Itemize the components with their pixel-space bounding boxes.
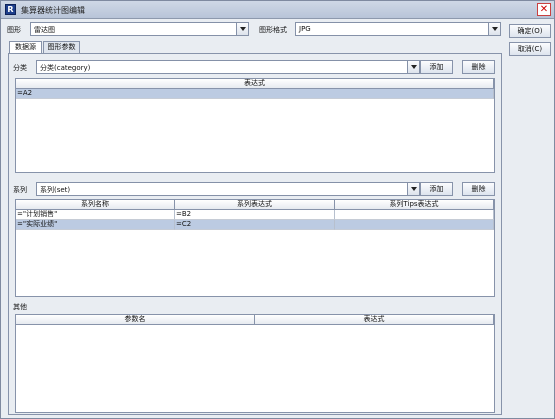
chart-type-select[interactable]: 雷达图 bbox=[30, 22, 249, 36]
category-label: 分类 bbox=[13, 64, 27, 72]
window-title: 集算器统计图编辑 bbox=[21, 6, 85, 15]
chart-type-value: 雷达图 bbox=[34, 26, 55, 34]
series-label: 系列 bbox=[13, 186, 27, 194]
category-value: 分类(category) bbox=[40, 64, 91, 72]
title-bar[interactable]: R 集算器统计图编辑 ✕ bbox=[1, 1, 554, 19]
close-icon[interactable]: ✕ bbox=[537, 3, 551, 16]
chevron-down-icon[interactable] bbox=[236, 23, 248, 35]
series-table[interactable]: 系列名称 系列表达式 系列Tips表达式 ="计划销售" =B2 ="实际业绩"… bbox=[15, 199, 495, 297]
other-params-table[interactable]: 参数名 表达式 bbox=[15, 314, 495, 413]
chart-format-value: JPG bbox=[299, 25, 311, 33]
series-add-button[interactable]: 添加 bbox=[420, 182, 453, 196]
series-expression-cell[interactable]: =B2 bbox=[175, 210, 335, 220]
chart-type-label: 图形 bbox=[7, 26, 21, 34]
series-select[interactable]: 系列(set) bbox=[36, 182, 420, 196]
chart-format-label: 图形格式 bbox=[259, 26, 287, 34]
series-tips-cell[interactable] bbox=[335, 210, 494, 220]
data-source-panel: 分类 分类(category) 添加 删除 表达式 =A2 系列 系列(set)… bbox=[8, 53, 502, 415]
chevron-down-icon[interactable] bbox=[407, 61, 419, 73]
chart-format-select[interactable]: JPG bbox=[295, 22, 501, 36]
dialog-window: R 集算器统计图编辑 ✕ 图形 雷达图 图形格式 JPG 确定(O) 取消(C)… bbox=[0, 0, 555, 419]
category-expression-cell[interactable]: =A2 bbox=[16, 89, 494, 99]
param-expression-header: 表达式 bbox=[255, 315, 494, 325]
chevron-down-icon[interactable] bbox=[488, 23, 500, 35]
cancel-button[interactable]: 取消(C) bbox=[509, 42, 551, 56]
category-add-button[interactable]: 添加 bbox=[420, 60, 453, 74]
series-value: 系列(set) bbox=[40, 186, 71, 194]
series-delete-button[interactable]: 删除 bbox=[462, 182, 495, 196]
category-select[interactable]: 分类(category) bbox=[36, 60, 420, 74]
table-row[interactable]: ="计划销售" =B2 bbox=[16, 210, 494, 220]
series-name-header: 系列名称 bbox=[16, 200, 175, 210]
series-name-cell[interactable]: ="计划销售" bbox=[16, 210, 175, 220]
series-tips-header: 系列Tips表达式 bbox=[335, 200, 494, 210]
table-row[interactable]: =A2 bbox=[16, 89, 494, 99]
category-table[interactable]: 表达式 =A2 bbox=[15, 78, 495, 173]
other-label: 其他 bbox=[13, 303, 27, 311]
chevron-down-icon[interactable] bbox=[407, 183, 419, 195]
table-row[interactable]: ="实际业绩" =C2 bbox=[16, 220, 494, 230]
ok-button[interactable]: 确定(O) bbox=[509, 24, 551, 38]
series-tips-cell[interactable] bbox=[335, 220, 494, 230]
category-expression-header: 表达式 bbox=[16, 79, 494, 89]
category-delete-button[interactable]: 删除 bbox=[462, 60, 495, 74]
series-name-cell[interactable]: ="实际业绩" bbox=[16, 220, 175, 230]
series-expression-cell[interactable]: =C2 bbox=[175, 220, 335, 230]
tab-chart-params[interactable]: 图形参数 bbox=[43, 41, 80, 53]
series-expression-header: 系列表达式 bbox=[175, 200, 335, 210]
app-icon: R bbox=[5, 4, 16, 15]
param-name-header: 参数名 bbox=[16, 315, 255, 325]
